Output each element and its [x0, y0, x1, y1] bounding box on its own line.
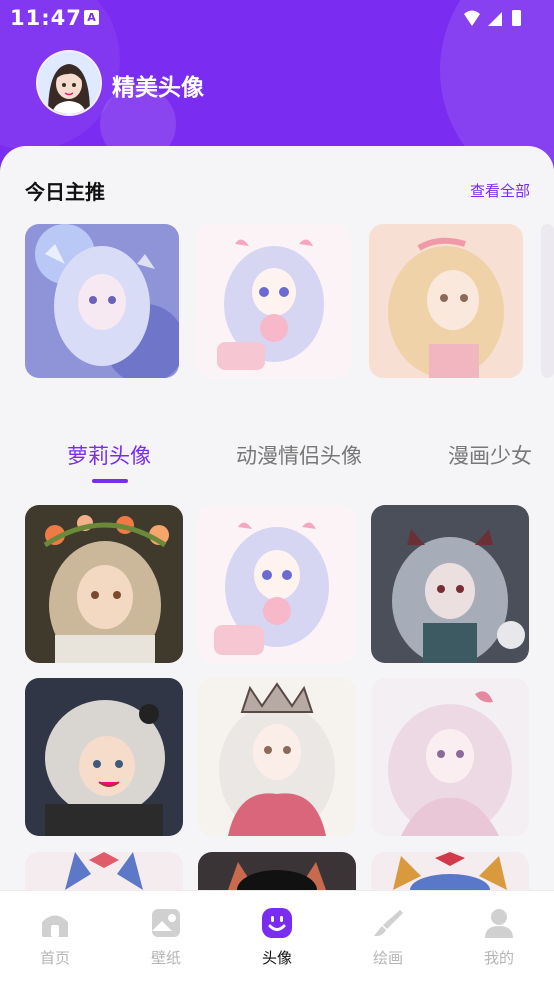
smile-icon: [262, 908, 292, 938]
featured-thumb[interactable]: [369, 224, 523, 378]
status-bar: 11:47 A: [0, 0, 554, 38]
nav-mine[interactable]: 我的: [444, 891, 554, 985]
notification-app-icon: A: [84, 10, 99, 25]
avatar-grid-item[interactable]: [25, 505, 183, 663]
tab-loli-avatar[interactable]: 萝莉头像: [67, 440, 151, 470]
nav-label: 绘画: [372, 949, 403, 967]
avatar-grid-item[interactable]: [198, 678, 356, 836]
avatar-grid-item[interactable]: [25, 852, 183, 890]
brush-icon: [374, 910, 403, 937]
bottom-nav: 首页 壁纸 头像 绘画 我的: [0, 890, 554, 985]
avatar-grid-item[interactable]: [371, 505, 529, 663]
nav-label: 头像: [261, 949, 292, 967]
signal-icon: [488, 12, 502, 26]
nav-label: 首页: [39, 949, 70, 967]
nav-label: 壁纸: [150, 949, 181, 967]
avatar-grid-item[interactable]: [371, 852, 529, 890]
home-icon: [42, 915, 68, 937]
featured-thumb[interactable]: [197, 224, 351, 378]
user-icon: [485, 909, 513, 938]
tab-manga-girl[interactable]: 漫画少女: [448, 440, 532, 470]
nav-draw[interactable]: 绘画: [333, 891, 443, 985]
wifi-icon: [464, 10, 480, 26]
nav-wallpaper[interactable]: 壁纸: [111, 891, 221, 985]
tab-anime-couple-avatar[interactable]: 动漫情侣头像: [236, 440, 362, 470]
status-time: 11:47: [10, 6, 82, 30]
active-tab-indicator: [92, 479, 128, 483]
nav-label: 我的: [483, 949, 514, 967]
category-tabs: 萝莉头像 动漫情侣头像 漫画少女: [0, 432, 554, 492]
see-all-link[interactable]: 查看全部: [470, 180, 530, 201]
avatar-grid-item[interactable]: [25, 678, 183, 836]
app-title: 精美头像: [112, 75, 204, 101]
user-avatar[interactable]: [36, 50, 102, 116]
nav-avatar[interactable]: 头像: [222, 891, 332, 985]
avatar-grid-item[interactable]: [198, 505, 356, 663]
avatar-grid-item[interactable]: [198, 852, 356, 890]
avatar-grid-item[interactable]: [371, 678, 529, 836]
battery-icon: [512, 10, 521, 26]
featured-section-title: 今日主推: [25, 180, 105, 204]
wallpaper-icon: [152, 909, 180, 937]
nav-home[interactable]: 首页: [0, 891, 110, 985]
status-icons: [464, 10, 521, 26]
featured-thumb-partial[interactable]: [541, 224, 554, 378]
featured-thumb[interactable]: [25, 224, 179, 378]
